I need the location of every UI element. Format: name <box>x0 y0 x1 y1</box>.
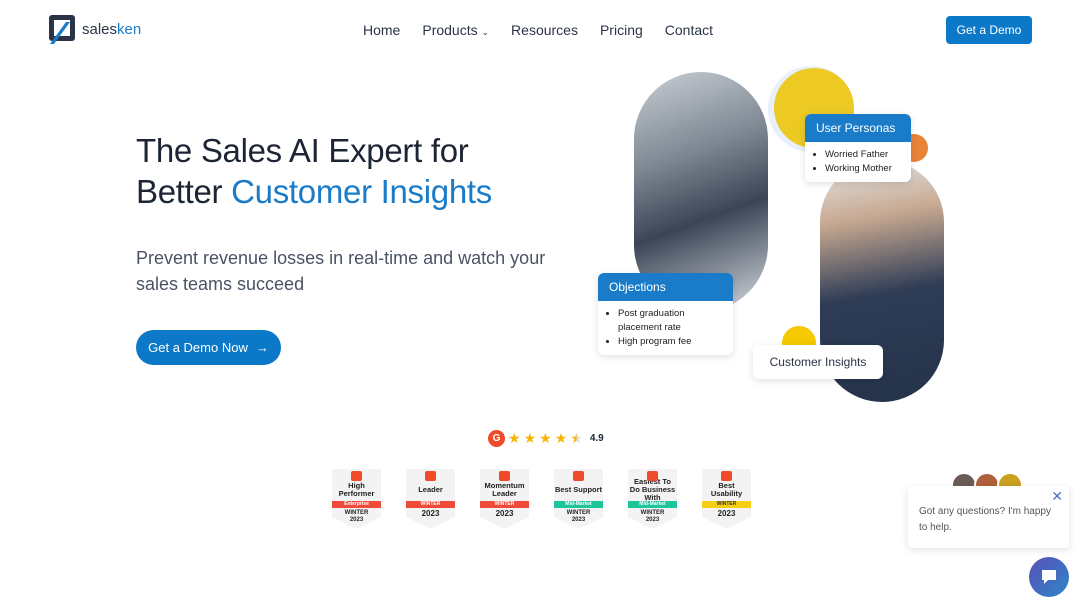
badge-ribbon: WINTER <box>406 501 455 508</box>
main-nav: Home Products ⌄ Resources Pricing Contac… <box>363 22 713 38</box>
badge-title: High Performer <box>338 481 375 498</box>
get-demo-now-button[interactable]: Get a Demo Now → <box>136 330 281 365</box>
chat-message: Got any questions? I'm happy to help. <box>919 506 1051 533</box>
logo-icon <box>48 14 76 44</box>
g2-rating: G ★ ★ ★ ★ ★ 4.9 <box>488 430 604 447</box>
close-icon[interactable]: ✕ <box>1051 488 1063 504</box>
g2-logo-icon <box>425 471 436 481</box>
badge-title: Best Usability <box>710 481 743 498</box>
nav-products[interactable]: Products ⌄ <box>422 22 489 38</box>
arrow-right-icon: → <box>255 340 269 355</box>
chat-popup: ✕ Got any questions? I'm happy to help. <box>908 486 1069 548</box>
badge-ribbon: Mid-Market <box>554 501 603 508</box>
badge-title: Best Support <box>554 485 603 494</box>
g2-badge: Easiest To Do Business With Mid-Market W… <box>628 469 677 529</box>
objections-card: Objections Post graduation placement rat… <box>598 273 733 355</box>
badge-year: 2023 <box>717 509 736 518</box>
badge-ribbon: WINTER <box>480 501 529 508</box>
hero-subtitle: Prevent revenue losses in real-time and … <box>136 248 546 294</box>
badge-title: Easiest To Do Business With <box>629 477 676 502</box>
badge-year: 2023 <box>421 509 440 518</box>
customer-insights-card: Customer Insights <box>753 345 883 379</box>
nav-pricing[interactable]: Pricing <box>600 22 643 38</box>
badge-ribbon: WINTER <box>702 501 751 508</box>
nav-resources[interactable]: Resources <box>511 22 578 38</box>
badge-season: WINTER <box>344 510 369 516</box>
g2-badge: Best Usability WINTER 2023 <box>702 469 751 529</box>
badge-year: 2023 <box>571 517 586 523</box>
badge-ribbon: Mid-Market <box>628 501 677 508</box>
chat-bubble-icon <box>1042 570 1056 584</box>
g2-logo-icon <box>351 471 362 481</box>
half-star-icon: ★ <box>570 430 583 446</box>
badge-season: WINTER <box>640 510 665 516</box>
badge-year: 2023 <box>349 517 364 523</box>
g2-logo-icon: G <box>488 430 505 447</box>
get-demo-button[interactable]: Get a Demo <box>946 16 1032 44</box>
g2-badge: Best Support Mid-Market WINTER 2023 <box>554 469 603 529</box>
g2-logo-icon <box>499 471 510 481</box>
badge-title: Leader <box>418 485 443 494</box>
rating-score: 4.9 <box>589 433 604 444</box>
badge-year: 2023 <box>645 517 660 523</box>
g2-badges: High Performer Enterprise WINTER 2023 Le… <box>332 469 751 529</box>
g2-badge: Momentum Leader WINTER 2023 <box>480 469 529 529</box>
badge-ribbon: Enterprise <box>332 501 381 508</box>
hero-illustration: User Personas Worried FatherWorking Moth… <box>590 60 960 410</box>
user-personas-card: User Personas Worried FatherWorking Moth… <box>805 114 911 182</box>
badge-title: Momentum Leader <box>484 481 525 498</box>
g2-logo-icon <box>573 471 584 481</box>
brand-name: salesken <box>82 20 142 38</box>
badge-year: 2023 <box>495 509 514 518</box>
nav-contact[interactable]: Contact <box>665 22 713 38</box>
nav-home[interactable]: Home <box>363 22 400 38</box>
page-title: The Sales AI Expert for Better Customer I… <box>136 132 492 210</box>
g2-logo-icon <box>647 471 658 481</box>
badge-season: WINTER <box>566 510 591 516</box>
g2-badge: Leader WINTER 2023 <box>406 469 455 529</box>
g2-logo-icon <box>721 471 732 481</box>
star-icon: ★ <box>523 430 537 446</box>
chevron-down-icon: ⌄ <box>481 27 490 37</box>
star-icon: ★ <box>554 430 568 446</box>
logo[interactable]: salesken <box>48 14 141 44</box>
star-icon: ★ <box>539 430 552 446</box>
chat-launcher-button[interactable] <box>1029 557 1069 597</box>
star-icon: ★ <box>508 430 521 446</box>
g2-badge: High Performer Enterprise WINTER 2023 <box>332 469 381 529</box>
